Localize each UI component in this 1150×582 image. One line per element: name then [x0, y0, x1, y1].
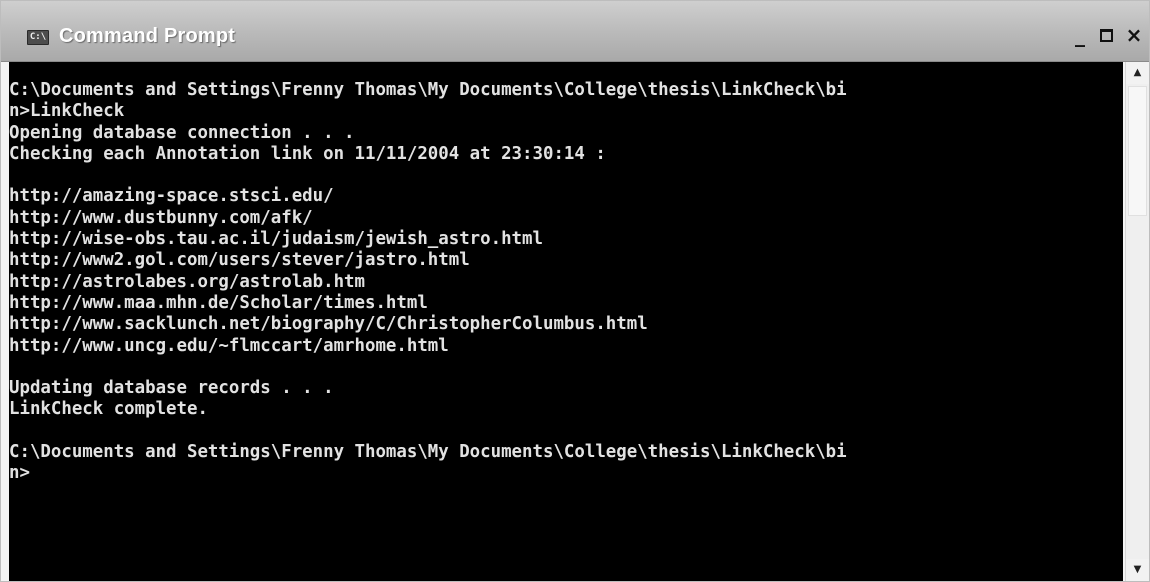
command-prompt-window: C:\ Command Prompt _ × C:\Documents and …	[0, 0, 1150, 582]
maximize-button[interactable]	[1093, 24, 1119, 46]
console-line: LinkCheck complete.	[9, 399, 208, 420]
console-line: http://www.sacklunch.net/biography/C/Chr…	[9, 314, 648, 335]
console-line: http://wise-obs.tau.ac.il/judaism/jewish…	[9, 229, 543, 250]
console-line: C:\Documents and Settings\Frenny Thomas\…	[9, 80, 847, 100]
console-line: http://www2.gol.com/users/stever/jastro.…	[9, 250, 470, 271]
console-line: http://www.maa.mhn.de/Scholar/times.html	[9, 292, 428, 313]
scroll-down-arrow-icon[interactable]: ▼	[1126, 559, 1149, 581]
console-text: C:\Documents and Settings\Frenny Thomas\…	[9, 80, 1123, 485]
console-line: http://amazing-space.stsci.edu/	[9, 186, 334, 207]
console-app-icon[interactable]: C:\	[27, 30, 49, 45]
minimize-button[interactable]: _	[1067, 24, 1093, 46]
console-line: Opening database connection . . .	[9, 122, 355, 143]
console-line: C:\Documents and Settings\Frenny Thomas\…	[9, 442, 847, 463]
title-bar[interactable]: C:\ Command Prompt _ ×	[1, 1, 1149, 62]
vertical-scrollbar[interactable]: ▲ ▼	[1125, 62, 1149, 581]
console-line: http://astrolabes.org/astrolab.htm	[9, 271, 365, 292]
scroll-up-arrow-icon[interactable]: ▲	[1126, 62, 1149, 84]
scroll-thumb[interactable]	[1128, 86, 1147, 216]
console-output-area[interactable]: C:\Documents and Settings\Frenny Thomas\…	[9, 62, 1123, 581]
close-button[interactable]: ×	[1121, 24, 1147, 46]
console-line: Updating database records . . .	[9, 378, 334, 399]
console-line: n>LinkCheck	[9, 101, 125, 122]
console-line: http://www.dustbunny.com/afk/	[9, 207, 313, 228]
window-title: Command Prompt	[59, 25, 236, 47]
maximize-icon	[1099, 29, 1113, 42]
console-line: Checking each Annotation link on 11/11/2…	[9, 143, 606, 164]
console-line: n>	[9, 463, 30, 484]
console-line: http://www.uncg.edu/~flmccart/amrhome.ht…	[9, 335, 449, 356]
